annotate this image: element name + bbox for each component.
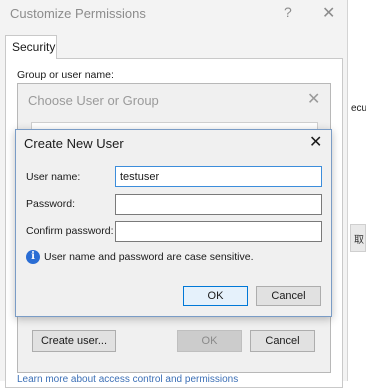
close-icon[interactable]: ✕ bbox=[322, 3, 335, 23]
create-user-button[interactable]: Create user... bbox=[32, 330, 116, 352]
choose-cancel-button[interactable]: Cancel bbox=[250, 330, 315, 352]
group-or-user-label: Group or user name: bbox=[17, 69, 114, 81]
tab-security[interactable]: Security bbox=[5, 35, 57, 59]
choose-dialog-close-icon[interactable]: ✕ bbox=[307, 89, 320, 109]
create-dialog-title: Create New User bbox=[24, 136, 124, 151]
choose-dialog-title: Choose User or Group bbox=[28, 93, 159, 108]
confirm-password-input[interactable] bbox=[115, 221, 322, 242]
permissions-window-title: Customize Permissions bbox=[10, 6, 146, 21]
create-ok-button[interactable]: OK bbox=[183, 286, 248, 306]
help-icon[interactable]: ? bbox=[284, 4, 292, 20]
create-dialog-close-icon[interactable]: ✕ bbox=[309, 132, 322, 152]
background-window-edge bbox=[349, 0, 366, 381]
username-input[interactable] bbox=[115, 166, 322, 187]
learn-more-link[interactable]: Learn more about access control and perm… bbox=[17, 374, 238, 385]
info-icon: i bbox=[26, 250, 40, 264]
password-label: Password: bbox=[26, 198, 76, 210]
create-cancel-button[interactable]: Cancel bbox=[256, 286, 321, 306]
username-label: User name: bbox=[26, 171, 81, 183]
password-input[interactable] bbox=[115, 194, 322, 215]
choose-ok-button[interactable]: OK bbox=[177, 330, 242, 352]
case-sensitivity-note: User name and password are case sensitiv… bbox=[44, 251, 254, 263]
confirm-password-label: Confirm password: bbox=[26, 225, 114, 237]
background-window-button[interactable]: 取 bbox=[350, 224, 366, 252]
background-window-text: ecu bbox=[351, 103, 366, 114]
